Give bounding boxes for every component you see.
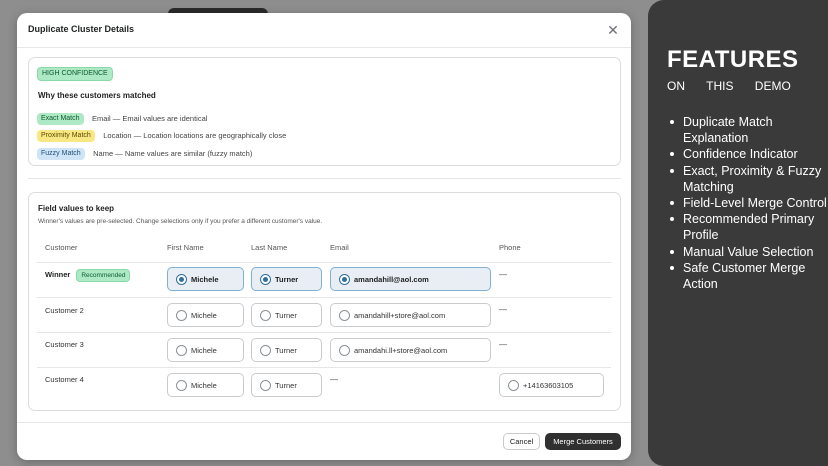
row-divider xyxy=(37,297,611,298)
field-values-title: Field values to keep xyxy=(38,204,115,213)
header-phone: Phone xyxy=(499,243,521,252)
winner-email-option[interactable]: amandahill@aol.com xyxy=(330,267,491,291)
radio-button[interactable] xyxy=(176,310,187,321)
email-empty: — xyxy=(330,375,338,384)
proximity-match-badge: Proximity Match xyxy=(37,129,95,142)
option-value: Turner xyxy=(275,275,299,284)
header-email: Email xyxy=(330,243,349,252)
row-label-customer-4: Customer 4 xyxy=(45,375,84,384)
option-value: Michele xyxy=(191,346,217,355)
why-matched-title: Why these customers matched xyxy=(38,91,156,100)
radio-button[interactable] xyxy=(176,274,187,285)
modal-header: Duplicate Cluster Details ✕ xyxy=(17,13,631,48)
customer-4-first-name-option[interactable]: Michele xyxy=(167,373,244,397)
radio-button[interactable] xyxy=(260,380,271,391)
option-value: amandahill+store@aol.com xyxy=(354,311,446,320)
radio-button[interactable] xyxy=(339,274,350,285)
divider xyxy=(28,178,621,179)
header-first-name: First Name xyxy=(167,243,204,252)
reason-proximity: Proximity Match Location — Location loca… xyxy=(37,127,287,142)
field-values-card: Field values to keep Winner's values are… xyxy=(28,192,621,411)
option-value: amandahi.ll+store@aol.com xyxy=(354,346,448,355)
row-divider xyxy=(37,332,611,333)
customer-2-first-name-option[interactable]: Michele xyxy=(167,303,244,327)
modal-title: Duplicate Cluster Details xyxy=(28,24,135,34)
option-value: Michele xyxy=(191,275,219,284)
reason-text: Email — Email values are identical xyxy=(91,114,208,124)
option-value: Turner xyxy=(275,381,297,390)
feature-item: Exact, Proximity & Fuzzy Matching xyxy=(667,163,828,195)
features-panel: FEATURES ON THIS DEMO Duplicate Match Ex… xyxy=(648,0,828,466)
reason-exact: Exact Match Email — Email values are ide… xyxy=(37,110,208,125)
reason-text: Name — Name values are similar (fuzzy ma… xyxy=(93,149,253,159)
exact-match-badge: Exact Match xyxy=(37,112,84,125)
feature-item: Confidence Indicator xyxy=(667,146,828,162)
option-value: Turner xyxy=(275,311,297,320)
reason-text: Location — Location locations are geogra… xyxy=(103,131,287,141)
confidence-badge: HIGH CONFIDENCE xyxy=(37,67,113,81)
phone-empty: — xyxy=(499,270,507,279)
option-value: amandahill@aol.com xyxy=(354,275,429,284)
merge-customers-button[interactable]: Merge Customers xyxy=(545,433,621,450)
radio-button[interactable] xyxy=(176,380,187,391)
feature-item: Manual Value Selection xyxy=(667,244,828,260)
match-explanation-card: HIGH CONFIDENCE Why these customers matc… xyxy=(28,57,621,166)
features-list: Duplicate Match Explanation Confidence I… xyxy=(667,114,828,292)
customer-3-last-name-option[interactable]: Turner xyxy=(251,338,322,362)
radio-button[interactable] xyxy=(508,380,519,391)
feature-item: Field-Level Merge Control xyxy=(667,195,828,211)
row-label-customer-2: Customer 2 xyxy=(45,306,84,315)
feature-item: Duplicate Match Explanation xyxy=(667,114,828,146)
option-value: Michele xyxy=(191,381,217,390)
customer-4-last-name-option[interactable]: Turner xyxy=(251,373,322,397)
feature-item: Recommended Primary Profile xyxy=(667,211,828,243)
header-customer: Customer xyxy=(45,243,78,252)
radio-button[interactable] xyxy=(260,274,271,285)
close-icon[interactable]: ✕ xyxy=(605,22,621,38)
winner-first-name-option[interactable]: Michele xyxy=(167,267,244,291)
phone-empty: — xyxy=(499,340,507,349)
recommended-badge: Recommended xyxy=(76,269,131,282)
reason-fuzzy: Fuzzy Match Name — Name values are simil… xyxy=(37,145,253,160)
winner-label: Winner xyxy=(45,270,71,279)
customer-4-phone-option[interactable]: +14163603105 xyxy=(499,373,604,397)
winner-last-name-option[interactable]: Turner xyxy=(251,267,322,291)
footer-divider xyxy=(17,422,631,423)
radio-button[interactable] xyxy=(339,310,350,321)
feature-item: Safe Customer Merge Action xyxy=(667,260,828,292)
field-values-subtitle: Winner's values are pre-selected. Change… xyxy=(38,218,323,225)
option-value: Turner xyxy=(275,346,297,355)
row-divider xyxy=(37,367,611,368)
duplicate-cluster-modal: Duplicate Cluster Details ✕ HIGH CONFIDE… xyxy=(17,13,631,460)
option-value: Michele xyxy=(191,311,217,320)
features-title: FEATURES xyxy=(667,46,799,73)
phone-empty: — xyxy=(499,305,507,314)
row-label-winner: Winner Recommended xyxy=(45,269,131,282)
customer-3-email-option[interactable]: amandahi.ll+store@aol.com xyxy=(330,338,491,362)
customer-2-last-name-option[interactable]: Turner xyxy=(251,303,322,327)
radio-button[interactable] xyxy=(260,310,271,321)
customer-3-first-name-option[interactable]: Michele xyxy=(167,338,244,362)
customer-2-email-option[interactable]: amandahill+store@aol.com xyxy=(330,303,491,327)
fuzzy-match-badge: Fuzzy Match xyxy=(37,147,85,160)
row-label-customer-3: Customer 3 xyxy=(45,340,84,349)
radio-button[interactable] xyxy=(260,345,271,356)
radio-button[interactable] xyxy=(176,345,187,356)
cancel-button[interactable]: Cancel xyxy=(503,433,540,450)
option-value: +14163603105 xyxy=(523,381,574,390)
row-divider xyxy=(37,262,611,263)
header-last-name: Last Name xyxy=(251,243,288,252)
radio-button[interactable] xyxy=(339,345,350,356)
features-subtitle: ON THIS DEMO xyxy=(667,79,791,93)
